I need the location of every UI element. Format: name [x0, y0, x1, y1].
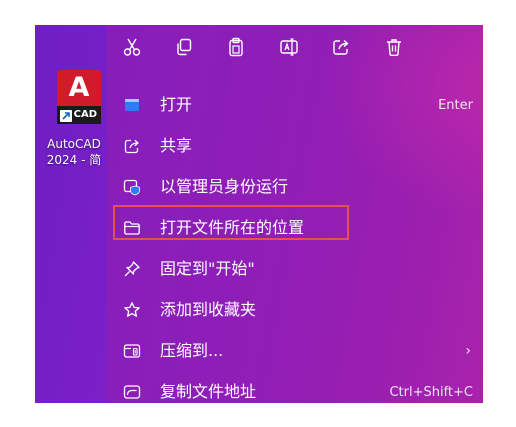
- menu-item-add-to-favorites[interactable]: 添加到收藏夹: [107, 293, 483, 327]
- desktop-shortcut-autocad[interactable]: A CAD AutoCAD 2024 - 简: [43, 70, 107, 180]
- desktop-shortcut-label: AutoCAD 2024 - 简: [39, 136, 109, 168]
- shortcut-arrow-icon: [60, 110, 72, 122]
- menu-item-shortcut: Ctrl+Shift+C: [389, 385, 473, 400]
- cut-button[interactable]: [120, 37, 144, 61]
- rename-button[interactable]: [277, 37, 301, 61]
- context-menu-toolbar: [107, 25, 483, 75]
- desktop-label-line2: 2024 - 简: [46, 153, 102, 167]
- pin-icon: [123, 260, 141, 278]
- menu-item-shortcut: Enter: [438, 98, 473, 113]
- star-icon: [123, 301, 141, 319]
- menu-item-label: 压缩到...: [160, 341, 224, 360]
- path-copy-icon: [123, 383, 141, 401]
- screenshot-frame: A CAD AutoCAD 2024 - 简 打开 Enter 共享 以管理员身…: [35, 25, 483, 403]
- menu-item-label: 固定到"开始": [160, 259, 255, 278]
- desktop-label-line1: AutoCAD: [47, 137, 101, 151]
- delete-button[interactable]: [382, 37, 406, 61]
- context-menu: 打开 Enter 共享 以管理员身份运行 打开文件所在的位置 固定到"开始" 添…: [107, 25, 483, 403]
- scissors-icon: [122, 37, 142, 61]
- app-tile-band-text: CAD: [73, 109, 97, 120]
- app-tile-letter: A: [68, 72, 90, 103]
- menu-item-label: 打开文件所在的位置: [160, 218, 305, 237]
- share-icon: [331, 37, 351, 61]
- clipboard-icon: [226, 37, 246, 61]
- menu-item-label: 共享: [160, 136, 193, 155]
- trash-icon: [384, 37, 404, 61]
- share-button[interactable]: [329, 37, 353, 61]
- app-window-icon: [123, 96, 141, 114]
- autocad-logo-icon: A CAD: [57, 70, 101, 124]
- menu-item-label: 添加到收藏夹: [160, 300, 257, 319]
- menu-item-copy-file-path[interactable]: 复制文件地址 Ctrl+Shift+C: [107, 375, 483, 403]
- copy-button[interactable]: [172, 37, 196, 61]
- folder-icon: [123, 219, 141, 237]
- menu-item-share[interactable]: 共享: [107, 129, 483, 163]
- copy-icon: [174, 37, 194, 61]
- rename-icon: [279, 37, 299, 61]
- shield-window-icon: [123, 178, 141, 196]
- zip-folder-icon: [123, 342, 141, 360]
- paste-button[interactable]: [224, 37, 248, 61]
- menu-item-label: 以管理员身份运行: [160, 177, 289, 196]
- chevron-right-icon: ›: [465, 343, 471, 359]
- menu-item-run-as-admin[interactable]: 以管理员身份运行: [107, 170, 483, 204]
- menu-item-open[interactable]: 打开 Enter: [107, 88, 483, 122]
- menu-item-compress-to[interactable]: 压缩到... ›: [107, 334, 483, 368]
- menu-item-label: 打开: [160, 95, 193, 114]
- menu-item-open-file-location[interactable]: 打开文件所在的位置: [107, 211, 483, 245]
- menu-item-label: 复制文件地址: [160, 382, 257, 401]
- menu-item-pin-to-start[interactable]: 固定到"开始": [107, 252, 483, 286]
- share-icon: [123, 137, 141, 155]
